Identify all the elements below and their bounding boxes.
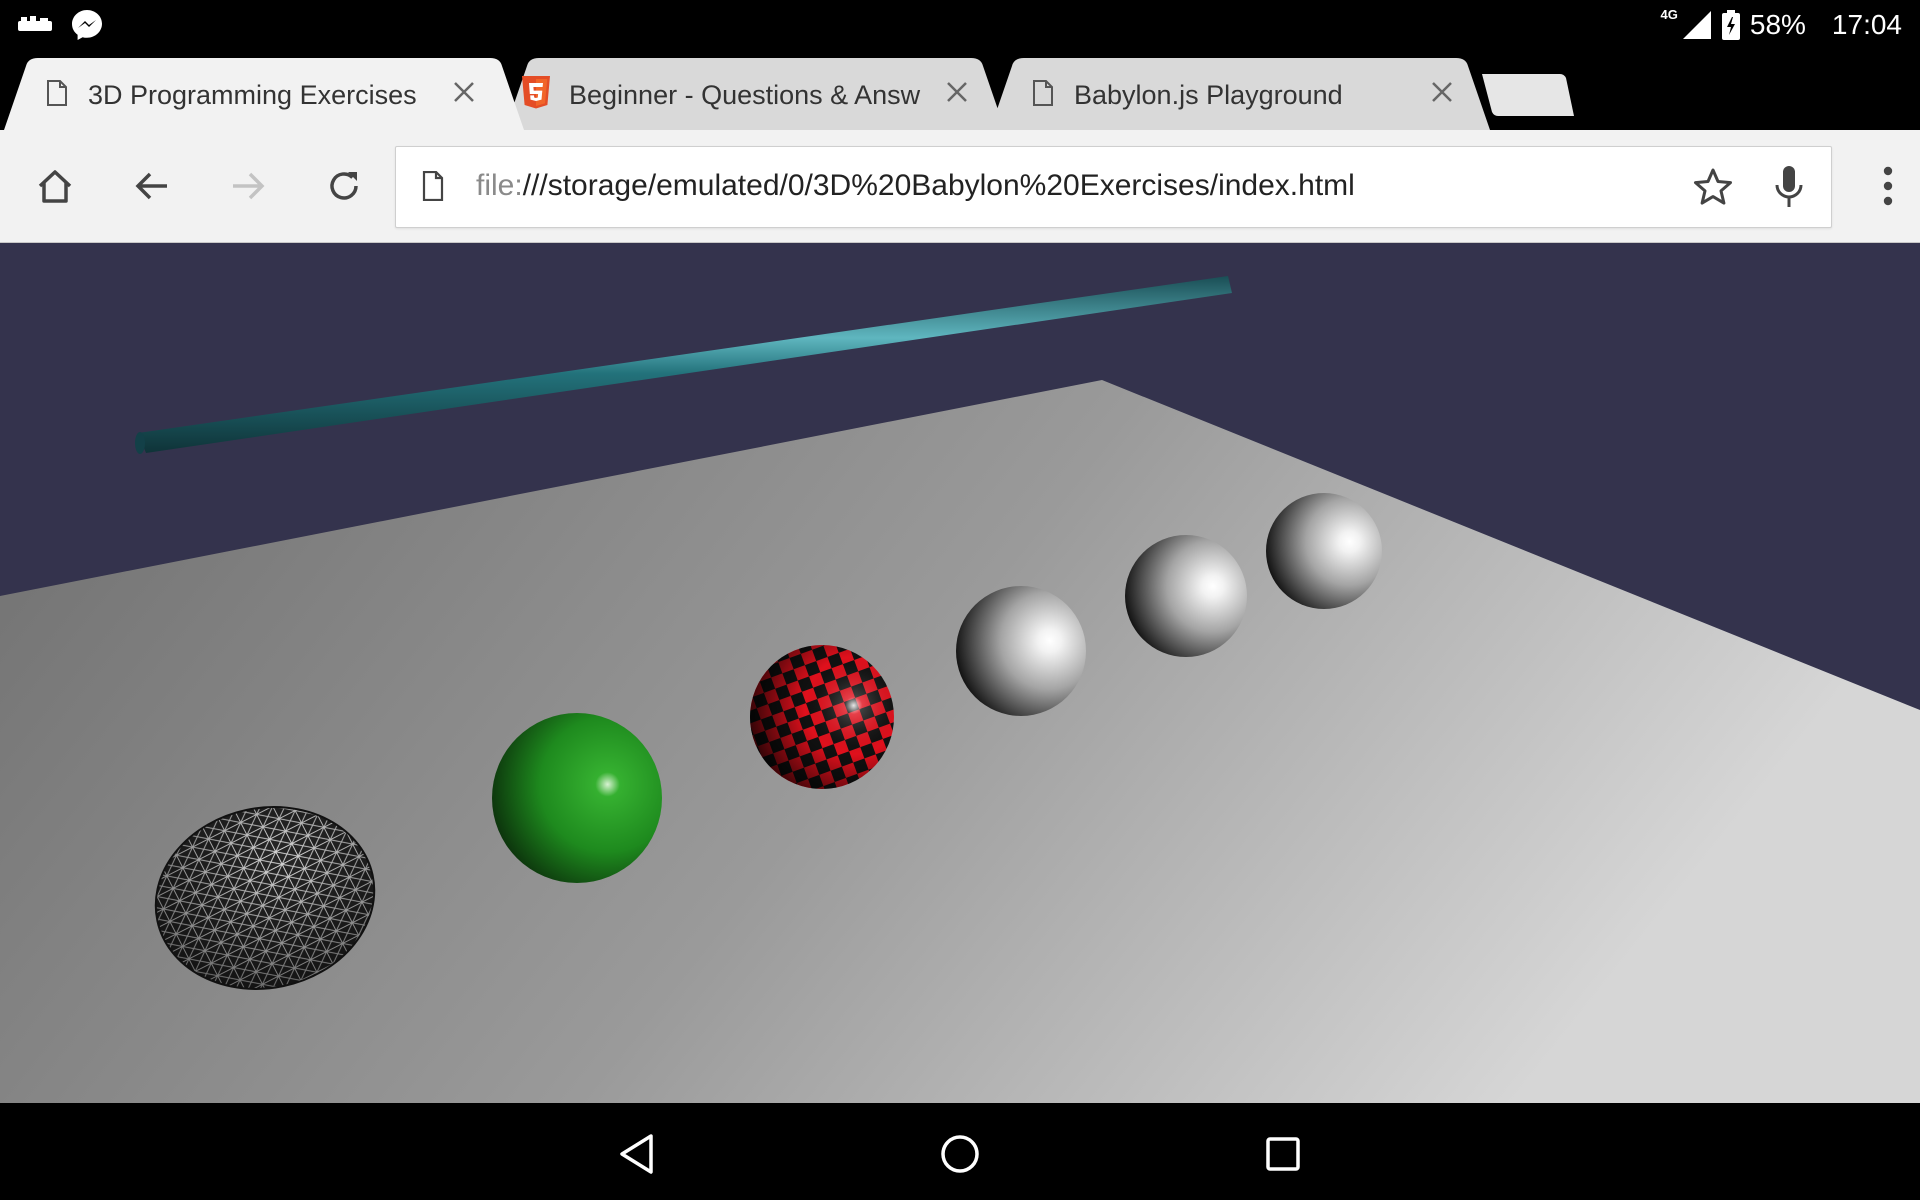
signal-icon [1682, 11, 1711, 39]
document-icon [1033, 80, 1053, 106]
circle-home-icon [941, 1135, 979, 1173]
status-bar: 4G 58% 17:04 [0, 0, 1920, 50]
notification-app-icon [18, 16, 52, 31]
tab-babylon-playground[interactable]: Babylon.js Playground [990, 58, 1490, 130]
tab-3d-programming-exercises[interactable]: 3D Programming Exercises [4, 58, 524, 130]
triangle-back-icon [620, 1134, 653, 1174]
reload-button[interactable] [322, 164, 366, 208]
home-nav-button[interactable] [935, 1129, 985, 1179]
white-sphere [956, 586, 1086, 716]
tab-beginner-questions[interactable]: Beginner - Questions & Answ [505, 58, 1005, 130]
url-text[interactable]: file:///storage/emulated/0/3D%20Babylon%… [476, 169, 1355, 203]
url-scheme: file: [476, 169, 523, 202]
arrow-left-icon [135, 172, 167, 200]
babylon-canvas[interactable] [0, 243, 1920, 1103]
microphone-icon[interactable] [1773, 165, 1805, 209]
overflow-menu-icon[interactable] [1882, 166, 1894, 206]
system-status: 4G 58% 17:04 [1661, 7, 1902, 42]
document-icon [422, 171, 444, 201]
scene-svg [0, 243, 1920, 1103]
back-button[interactable] [130, 164, 174, 208]
browser-toolbar: file:///storage/emulated/0/3D%20Babylon%… [0, 130, 1920, 243]
checkered-sphere [750, 645, 894, 789]
home-icon [38, 170, 72, 203]
close-icon[interactable] [1428, 78, 1456, 106]
tab-strip: Babylon.js Playground Beginner - Questio… [0, 50, 1920, 130]
document-icon [47, 80, 67, 106]
messenger-icon [72, 10, 102, 40]
close-icon[interactable] [943, 78, 971, 106]
back-nav-button[interactable] [612, 1129, 662, 1179]
white-sphere [1266, 493, 1382, 609]
tab-title: 3D Programming Exercises [88, 80, 417, 110]
html5-icon [522, 76, 550, 109]
close-icon[interactable] [450, 78, 478, 106]
bookmark-star-icon[interactable] [1693, 167, 1733, 207]
recents-nav-button[interactable] [1258, 1129, 1308, 1179]
forward-button[interactable] [226, 164, 270, 208]
clock: 17:04 [1831, 9, 1902, 40]
android-nav-bar [0, 1103, 1920, 1200]
reload-icon [330, 172, 358, 200]
tab-title: Beginner - Questions & Answ [569, 80, 921, 110]
white-sphere [1125, 535, 1247, 657]
home-button[interactable] [33, 164, 77, 208]
green-sphere [492, 713, 662, 883]
arrow-right-icon [233, 172, 265, 200]
network-type: 4G [1660, 7, 1678, 22]
square-recents-icon [1266, 1137, 1300, 1171]
new-tab-button[interactable] [1482, 74, 1574, 116]
url-path: ///storage/emulated/0/3D%20Babylon%20Exe… [522, 169, 1355, 202]
battery-percentage: 58% [1749, 9, 1806, 40]
address-bar[interactable]: file:///storage/emulated/0/3D%20Babylon%… [395, 146, 1832, 228]
notification-icons [18, 8, 104, 42]
tab-title: Babylon.js Playground [1074, 80, 1343, 110]
battery-icon [1721, 10, 1740, 40]
